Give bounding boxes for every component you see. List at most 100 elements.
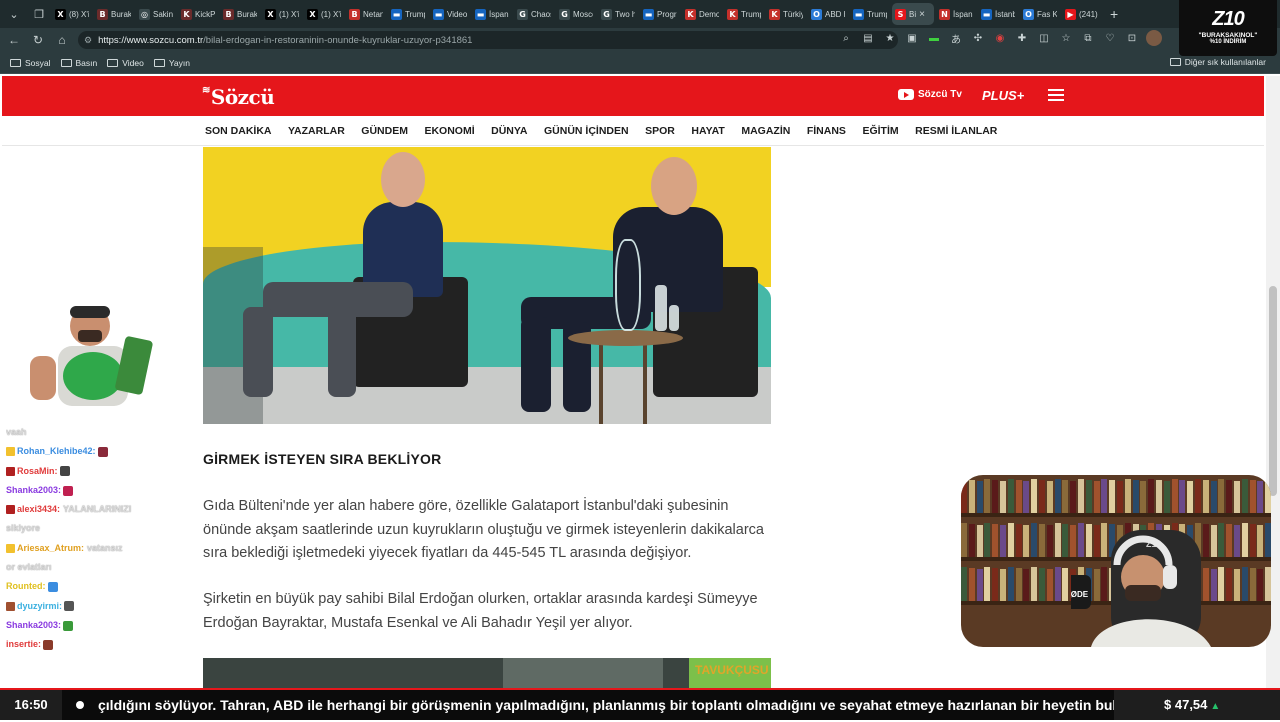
- nav-link[interactable]: EKONOMİ: [424, 125, 474, 137]
- tab-menu-chevron-icon[interactable]: ⌄: [3, 3, 25, 25]
- n-icon: N: [939, 8, 950, 20]
- chat-username[interactable]: Rohan_Klehibe42:: [17, 446, 96, 456]
- book: [984, 567, 991, 601]
- chat-username[interactable]: Rounted:: [6, 581, 46, 591]
- favorites-icon[interactable]: ☆: [1058, 30, 1074, 46]
- book: [1078, 479, 1084, 513]
- home-icon[interactable]: ⌂: [52, 30, 72, 50]
- browser-tab[interactable]: OABD h: [808, 3, 848, 25]
- chat-badge-icon: [6, 447, 15, 457]
- nav-link[interactable]: YAZARLAR: [288, 125, 345, 137]
- browser-tab[interactable]: ▬ İstanb: [978, 3, 1018, 25]
- chat-username[interactable]: Ariesax_Atrum:: [17, 543, 84, 553]
- browser-tab[interactable]: ▶ (241): [1062, 3, 1102, 25]
- sozcu-tv-link[interactable]: Sözcü Tv: [898, 89, 962, 100]
- book: [968, 480, 975, 513]
- browser-tab[interactable]: K KickP: [178, 3, 218, 25]
- book: [1148, 479, 1155, 513]
- workspaces-icon[interactable]: ❐: [28, 3, 50, 25]
- browser-tab[interactable]: ▬ Progr: [640, 3, 680, 25]
- nav-link[interactable]: GÜNÜN İÇİNDEN: [544, 125, 629, 137]
- opera-icon: O: [811, 8, 822, 20]
- url-host: https://www.sozcu.com.tr: [98, 34, 204, 46]
- nav-link[interactable]: GÜNDEM: [361, 125, 408, 137]
- chat-username[interactable]: alexi3434:: [17, 504, 60, 514]
- browser-tab[interactable]: S Bi ×: [892, 3, 934, 25]
- collections-icon[interactable]: ⧉: [1080, 30, 1096, 46]
- chat-username[interactable]: Shanka2003:: [6, 485, 61, 495]
- tab-label: (241): [1079, 9, 1098, 19]
- zoom-icon[interactable]: ⌕: [838, 30, 854, 46]
- browser-tab[interactable]: KTrump: [724, 3, 764, 25]
- book: [1054, 567, 1061, 601]
- browser-tab[interactable]: X (1) X'i: [262, 3, 302, 25]
- bookmark-folder-sosyal[interactable]: Sosyal: [10, 58, 51, 68]
- other-bookmarks[interactable]: Diğer sık kullanılanlar: [1169, 57, 1266, 67]
- browser-tab[interactable]: X (8) X'i: [52, 3, 92, 25]
- nav-link[interactable]: HAYAT: [691, 125, 724, 137]
- split-screen-icon[interactable]: ◫: [1036, 30, 1052, 46]
- nav-items: SON DAKİKA YAZARLAR GÜNDEM EKONOMİ DÜNYA GÜNÜ…: [205, 125, 997, 137]
- hamburger-menu-icon[interactable]: [1048, 89, 1064, 101]
- back-icon[interactable]: ←: [4, 30, 24, 50]
- bookmark-folder-video[interactable]: Video: [107, 58, 144, 68]
- sozcu-logo[interactable]: ≋Sözcü: [202, 85, 275, 109]
- reader-icon[interactable]: ▤: [860, 30, 876, 46]
- extension-icon[interactable]: ▣: [904, 30, 920, 46]
- browser-tab[interactable]: G Two h: [598, 3, 638, 25]
- browser-tab[interactable]: GChaos: [514, 3, 554, 25]
- nav-link[interactable]: RESMİ İLANLAR: [915, 125, 997, 137]
- browser-tab[interactable]: ▬Trump: [388, 3, 428, 25]
- nav-link[interactable]: DÜNYA: [491, 125, 527, 137]
- x-icon: X: [265, 8, 276, 20]
- browser-tab[interactable]: OFas Kr: [1020, 3, 1060, 25]
- bookmark-folder-yayin[interactable]: Yayın: [153, 58, 190, 68]
- book: [1140, 481, 1147, 513]
- bookmark-folder-basin[interactable]: Basın: [60, 58, 97, 68]
- nav-link[interactable]: FİNANS: [807, 125, 846, 137]
- browser-tab[interactable]: ▬Trump: [850, 3, 890, 25]
- nav-link[interactable]: EĞİTİM: [862, 125, 898, 137]
- favorite-star-icon[interactable]: ★: [882, 30, 898, 46]
- site-nav: SON DAKİKA YAZARLAR GÜNDEM EKONOMİ DÜNYA GÜNÜ…: [2, 116, 1264, 146]
- book: [1226, 480, 1233, 513]
- nav-link[interactable]: MAGAZİN: [741, 125, 790, 137]
- book: [1202, 480, 1209, 513]
- tab-label: Demo: [699, 9, 719, 19]
- site-header: ≋Sözcü Sözcü Tv PLUS+: [2, 76, 1264, 116]
- browser-tab[interactable]: B Burak: [94, 3, 134, 25]
- extension-green-icon[interactable]: ▬: [926, 30, 942, 46]
- browser-tab[interactable]: K Türkiy: [766, 3, 806, 25]
- extension-red-icon[interactable]: ◉: [992, 30, 1008, 46]
- scrollbar-thumb[interactable]: [1269, 286, 1277, 496]
- nav-link[interactable]: SPOR: [645, 125, 675, 137]
- plus-link[interactable]: PLUS+: [982, 88, 1024, 103]
- close-tab-icon[interactable]: ×: [919, 9, 925, 20]
- chat-username[interactable]: dyuzyirmi:: [17, 601, 62, 611]
- new-tab-button[interactable]: +: [1110, 6, 1118, 22]
- translate-icon[interactable]: あ: [948, 30, 964, 46]
- browser-tab[interactable]: B Netan: [346, 3, 386, 25]
- url-field[interactable]: ⚙ https://www.sozcu.com.tr/bilal-erdogan…: [78, 31, 898, 49]
- health-icon[interactable]: ♡: [1102, 30, 1118, 46]
- reload-icon[interactable]: ↻: [28, 30, 48, 50]
- browser-tab[interactable]: GMosco: [556, 3, 596, 25]
- book: [1023, 525, 1030, 557]
- profile-avatar[interactable]: [1146, 30, 1162, 46]
- browser-tab[interactable]: N İspan: [936, 3, 976, 25]
- chat-username[interactable]: RosaMin:: [17, 466, 58, 476]
- site-info-icon[interactable]: ⚙: [84, 35, 92, 46]
- nav-link[interactable]: SON DAKİKA: [205, 125, 272, 137]
- browser-tab[interactable]: K Demo: [682, 3, 722, 25]
- chat-username[interactable]: insertie:: [6, 639, 41, 649]
- puzzle-icon[interactable]: ✚: [1014, 30, 1030, 46]
- chat-username[interactable]: Shanka2003:: [6, 620, 61, 630]
- browser-tab[interactable]: ◎ Sakin: [136, 3, 176, 25]
- browser-tab[interactable]: B Burak: [220, 3, 260, 25]
- browser-tab[interactable]: X (1) X'i: [304, 3, 344, 25]
- extension-grid-icon[interactable]: ✣: [970, 30, 986, 46]
- browser-tab[interactable]: ▬ Video: [430, 3, 470, 25]
- screenshot-icon[interactable]: ⊡: [1124, 30, 1140, 46]
- chat-message: or evlatları: [6, 558, 186, 577]
- browser-tab[interactable]: ▬ İspan: [472, 3, 512, 25]
